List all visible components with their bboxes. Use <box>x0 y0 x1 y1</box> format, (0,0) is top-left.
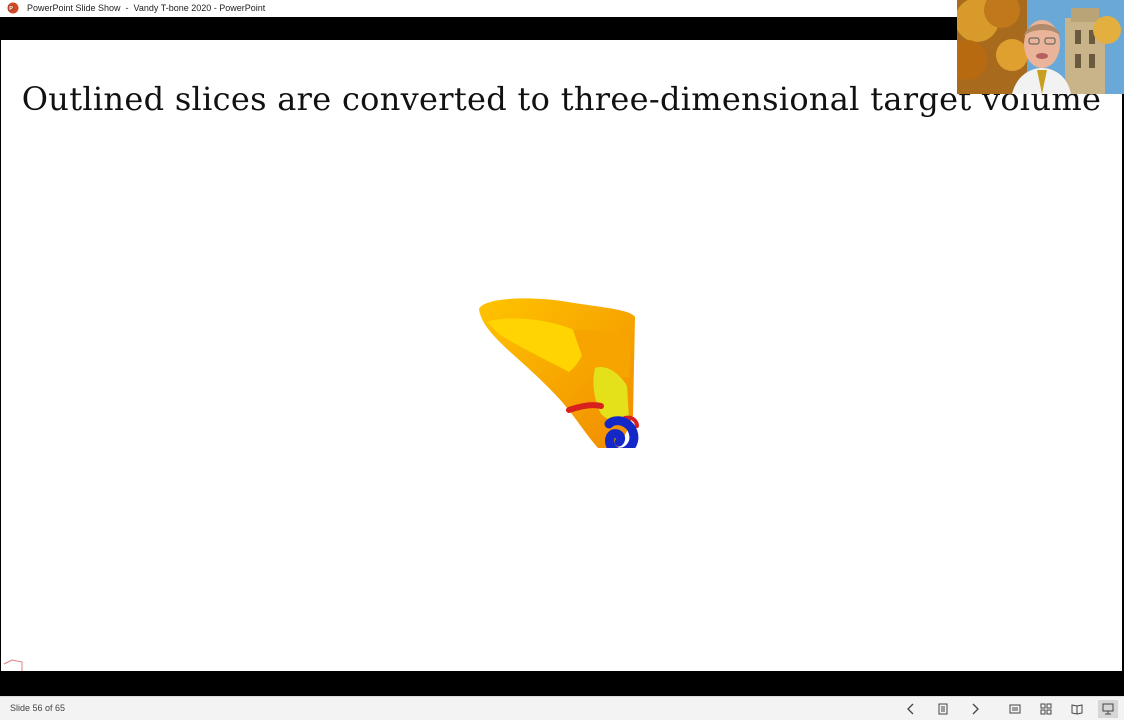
next-button[interactable] <box>965 700 985 718</box>
slide-counter: Slide 56 of 65 <box>10 703 66 713</box>
slide-sorter-button[interactable] <box>1036 700 1056 718</box>
status-bar: Slide 56 of 65 <box>0 696 1124 720</box>
reading-view-icon <box>1071 704 1083 715</box>
normal-view-button[interactable] <box>1005 700 1025 718</box>
slide-title: Outlined slices are converted to three-d… <box>21 80 1102 118</box>
reading-view-button[interactable] <box>1067 700 1087 718</box>
presenter-webcam <box>957 0 1124 94</box>
slide-list-button[interactable] <box>933 700 953 718</box>
bottom-letterbox <box>0 671 1124 696</box>
slide-show-icon <box>1102 703 1114 715</box>
slide-canvas[interactable]: Outlined slices are converted to three-d… <box>1 40 1122 672</box>
normal-view-icon <box>1009 704 1021 714</box>
3d-temporal-bone-model <box>479 298 639 448</box>
top-letterbox <box>0 17 1124 40</box>
window-title: PowerPoint Slide Show - Vandy T-bone 202… <box>27 3 266 13</box>
window-titlebar: P PowerPoint Slide Show - Vandy T-bone 2… <box>0 0 1124 17</box>
previous-icon <box>907 703 914 715</box>
next-icon <box>972 703 979 715</box>
powerpoint-icon: P <box>7 2 19 14</box>
svg-text:P: P <box>9 6 13 12</box>
corner-mark-icon <box>3 659 23 672</box>
previous-button[interactable] <box>901 700 921 718</box>
slide-sorter-icon <box>1040 703 1052 715</box>
slide-list-icon <box>938 703 948 715</box>
slide-show-button[interactable] <box>1098 700 1118 718</box>
presenter-video-feed <box>957 0 1124 94</box>
